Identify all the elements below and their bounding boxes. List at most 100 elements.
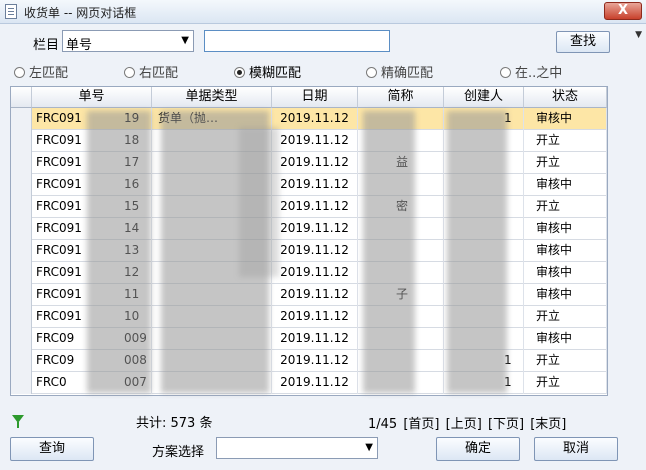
radio-label: 在..之中: [515, 66, 563, 81]
cell-status: 审核中: [524, 262, 607, 284]
column-header-creator[interactable]: 创建人: [444, 87, 524, 108]
number-prefix: FRC091: [36, 177, 82, 191]
radio-label: 左匹配: [29, 66, 69, 81]
number-prefix: FRC091: [36, 111, 82, 125]
window-title: 收货单 -- 网页对话框: [24, 6, 137, 20]
row-indicator: [11, 108, 32, 130]
cell-status: 开立: [524, 306, 607, 328]
radio-left-match[interactable]: 左匹配: [14, 62, 68, 81]
radio-label: 右匹配: [139, 66, 179, 81]
cell-status: 开立: [524, 130, 607, 152]
first-page-link[interactable]: [首页]: [403, 417, 439, 432]
radio-in-match[interactable]: 在..之中: [500, 62, 562, 81]
number-prefix: FRC091: [36, 221, 82, 235]
cell-date: 2019.11.12: [272, 372, 358, 394]
cell-date: 2019.11.12: [272, 262, 358, 284]
number-prefix: FRC091: [36, 133, 82, 147]
row-indicator: [11, 350, 32, 372]
results-table: 单号 单据类型 日期 简称 创建人 状态 FRC09119货单（抛…2019.1…: [10, 86, 608, 396]
radio-dot-selected: [234, 67, 245, 78]
blur-mask: [239, 127, 279, 277]
cell-status: 开立: [524, 152, 607, 174]
record-count: 共计: 573 条: [136, 416, 213, 431]
radio-fuzzy-match[interactable]: 模糊匹配: [234, 62, 301, 81]
chevron-down-icon: ▼: [181, 35, 189, 46]
blur-mask: [363, 111, 415, 393]
scroll-down-arrow-icon[interactable]: ▼: [635, 30, 642, 40]
row-indicator: [11, 130, 32, 152]
cell-status: 开立: [524, 350, 607, 372]
cell-status: 审核中: [524, 174, 607, 196]
radio-exact-match[interactable]: 精确匹配: [366, 62, 433, 81]
cell-status: 审核中: [524, 328, 607, 350]
number-prefix: FRC0: [36, 375, 67, 389]
row-indicator: [11, 240, 32, 262]
next-page-link[interactable]: [下页]: [488, 417, 524, 432]
cell-date: 2019.11.12: [272, 240, 358, 262]
row-indicator: [11, 218, 32, 240]
last-page-link[interactable]: [末页]: [530, 417, 566, 432]
number-prefix: FRC091: [36, 199, 82, 213]
document-icon: [5, 4, 17, 19]
cell-date: 2019.11.12: [272, 108, 358, 130]
row-indicator: [11, 328, 32, 350]
number-prefix: FRC091: [36, 155, 82, 169]
row-indicator: [11, 196, 32, 218]
cell-status: 审核中: [524, 218, 607, 240]
ok-button[interactable]: 确定: [436, 437, 520, 461]
close-button[interactable]: X: [604, 2, 642, 20]
radio-right-match[interactable]: 右匹配: [124, 62, 178, 81]
column-header-short-name[interactable]: 简称: [358, 87, 444, 108]
field-label: 栏目: [33, 38, 60, 53]
cell-date: 2019.11.12: [272, 152, 358, 174]
cell-status: 开立: [524, 196, 607, 218]
number-prefix: FRC091: [36, 287, 82, 301]
row-indicator: [11, 174, 32, 196]
title-bar: 收货单 -- 网页对话框 X: [0, 0, 646, 24]
prev-page-link[interactable]: [上页]: [446, 417, 482, 432]
number-prefix: FRC09: [36, 353, 75, 367]
filter-icon[interactable]: [12, 415, 24, 428]
radio-dot: [500, 67, 511, 78]
cell-status: 开立: [524, 372, 607, 394]
radio-label: 精确匹配: [381, 66, 434, 81]
cell-status: 审核中: [524, 108, 607, 130]
blur-mask: [87, 111, 151, 393]
radio-dot: [14, 67, 25, 78]
column-header-status[interactable]: 状态: [524, 87, 607, 108]
radio-dot: [124, 67, 135, 78]
cell-date: 2019.11.12: [272, 350, 358, 372]
field-select[interactable]: 单号 ▼: [62, 30, 194, 53]
cell-date: 2019.11.12: [272, 174, 358, 196]
column-header-type[interactable]: 单据类型: [152, 87, 272, 108]
number-prefix: FRC091: [36, 243, 82, 257]
row-indicator: [11, 262, 32, 284]
cancel-button[interactable]: 取消: [534, 437, 618, 461]
cell-date: 2019.11.12: [272, 306, 358, 328]
query-button[interactable]: 查询: [10, 437, 94, 461]
row-indicator: [11, 152, 32, 174]
row-indicator-header: [11, 87, 32, 108]
chevron-down-icon: ▼: [365, 442, 373, 453]
radio-dot: [366, 67, 377, 78]
number-prefix: FRC09: [36, 331, 75, 345]
blur-mask: [447, 111, 507, 393]
cell-date: 2019.11.12: [272, 284, 358, 306]
pager: 1/45 [首页] [上页] [下页] [末页]: [368, 413, 568, 432]
column-header-date[interactable]: 日期: [272, 87, 358, 108]
page-indicator: 1/45: [368, 417, 398, 432]
cell-date: 2019.11.12: [272, 130, 358, 152]
search-input[interactable]: [204, 30, 390, 52]
radio-label: 模糊匹配: [249, 66, 302, 81]
column-header-number[interactable]: 单号: [32, 87, 152, 108]
find-button[interactable]: 查找: [556, 31, 610, 53]
plan-select[interactable]: ▼: [216, 437, 378, 459]
row-indicator: [11, 306, 32, 328]
field-select-value: 单号: [66, 38, 93, 53]
number-prefix: FRC091: [36, 265, 82, 279]
cell-date: 2019.11.12: [272, 196, 358, 218]
plan-label: 方案选择: [152, 445, 205, 460]
cell-status: 审核中: [524, 240, 607, 262]
row-indicator: [11, 284, 32, 306]
number-prefix: FRC091: [36, 309, 82, 323]
